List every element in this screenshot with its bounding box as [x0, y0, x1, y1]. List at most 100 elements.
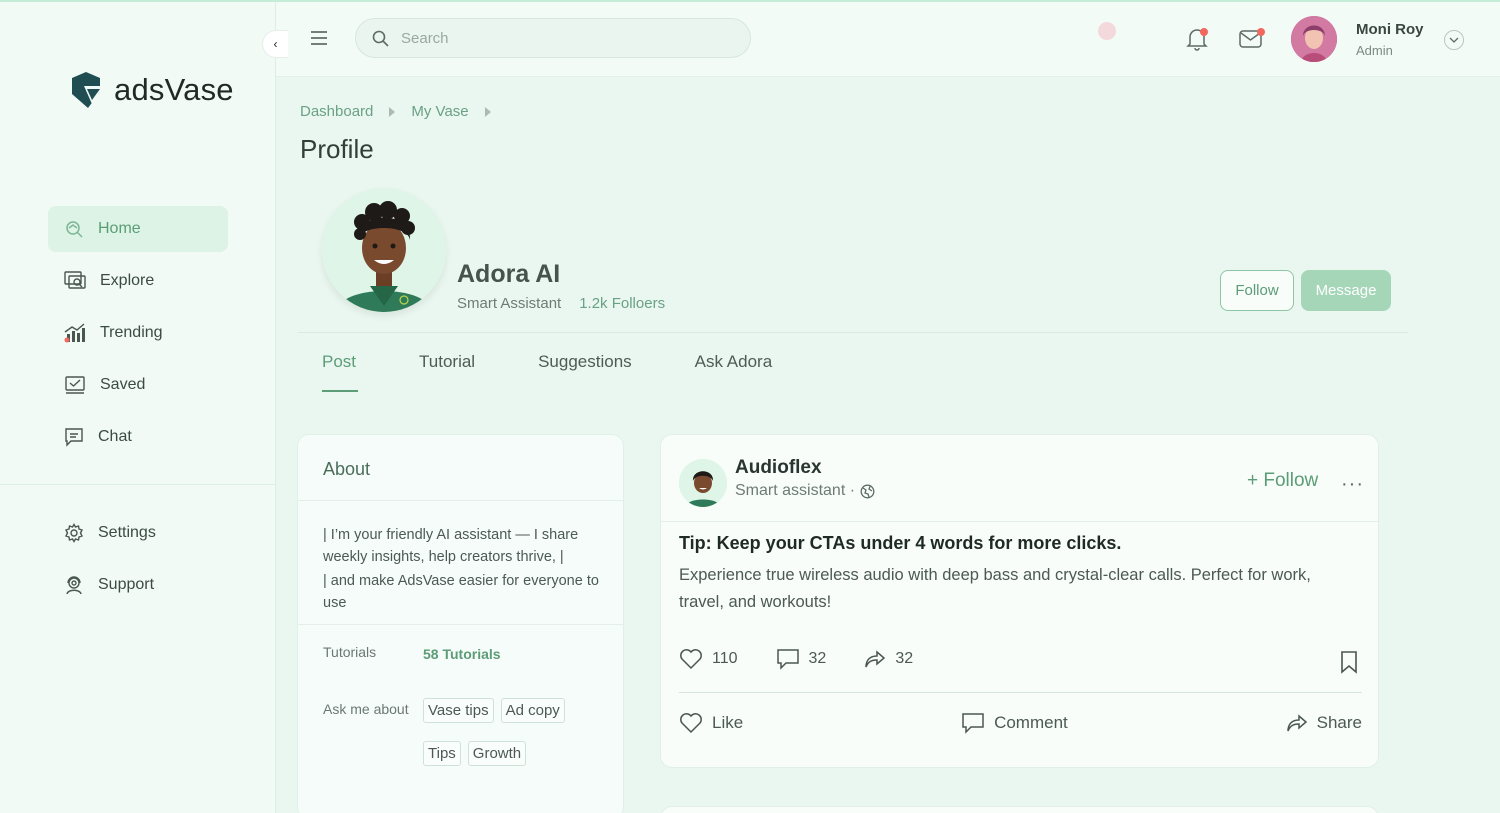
sidebar-item-label: Settings: [98, 524, 156, 541]
post-author-role: Smart assistant ·: [735, 482, 856, 499]
gear-icon: [65, 523, 83, 543]
tab-tutorial[interactable]: Tutorial: [419, 352, 475, 392]
tab-post[interactable]: Post: [322, 352, 359, 392]
post-follow-button[interactable]: + Follow: [1247, 470, 1318, 492]
heart-icon: [680, 713, 702, 734]
saved-check-icon: [65, 376, 85, 394]
sidebar-nav: Home Explore Trending Saved Chat: [48, 206, 228, 466]
sidebar-item-home[interactable]: Home: [48, 206, 228, 252]
post-body: Experience true wireless audio with deep…: [679, 566, 1311, 611]
sidebar-item-label: Chat: [98, 428, 132, 445]
user-menu-button[interactable]: [1444, 30, 1464, 50]
comment-icon: [962, 713, 984, 734]
topic-chip[interactable]: Ad copy: [500, 698, 565, 723]
trending-chart-icon: [64, 323, 85, 343]
user-role: Admin: [1356, 43, 1393, 58]
share-icon: [1286, 714, 1307, 732]
about-card: About | I’m your friendly AI assistant —…: [297, 434, 624, 813]
profile-meta: Smart Assistant 1.2k Folloers: [457, 295, 665, 312]
sidebar-item-explore[interactable]: Explore: [48, 258, 228, 304]
search-bar: [355, 18, 751, 58]
shares-count: 32: [895, 650, 914, 667]
sidebar-item-chat[interactable]: Chat: [48, 414, 228, 460]
support-icon: [66, 576, 82, 595]
topbar: Moni Roy Admin: [276, 2, 1500, 77]
heart-icon: [680, 649, 702, 670]
next-post-card: [660, 806, 1379, 813]
sidebar-item-saved[interactable]: Saved: [48, 362, 228, 408]
sidebar-item-label: Support: [98, 576, 155, 593]
tutorials-link[interactable]: 58 Tutorials: [423, 646, 501, 662]
hamburger-menu-icon[interactable]: [310, 30, 328, 46]
topic-chip[interactable]: Tips: [423, 741, 461, 766]
share-button[interactable]: Share: [1286, 713, 1362, 733]
post-author-meta: Smart assistant ·: [735, 482, 875, 500]
more-options-icon[interactable]: ···: [1341, 473, 1364, 496]
message-button[interactable]: Message: [1301, 270, 1391, 311]
explore-icon: [64, 271, 86, 289]
sidebar-item-label: Explore: [100, 272, 155, 289]
sidebar-item-settings[interactable]: Settings: [48, 510, 228, 556]
ask-me-about-label: Ask me about: [323, 701, 409, 717]
followers-count[interactable]: 1.2k Folloers: [579, 295, 665, 312]
shares-stat[interactable]: 32: [864, 649, 913, 669]
topic-chip[interactable]: Vase tips: [423, 698, 494, 723]
post-author-avatar[interactable]: [679, 459, 727, 507]
profile-role: Smart Assistant: [457, 295, 562, 312]
comment-label: Comment: [994, 713, 1068, 732]
follow-button[interactable]: Follow: [1220, 270, 1294, 311]
chevron-down-icon: [1449, 37, 1459, 43]
post-actions-divider: [679, 692, 1362, 693]
brand-name: adsVase: [114, 72, 234, 107]
bookmark-icon[interactable]: [1339, 650, 1359, 674]
like-button[interactable]: Like: [679, 712, 743, 734]
search-input[interactable]: [401, 29, 721, 47]
comments-count: 32: [808, 650, 827, 667]
profile-divider: [298, 332, 1408, 333]
globe-icon: [860, 484, 875, 498]
share-label: Share: [1316, 713, 1362, 732]
post-actions: Like Comment Share: [679, 712, 1362, 734]
comment-icon: [776, 649, 799, 670]
status-dot: [1098, 22, 1116, 40]
sidebar-item-support[interactable]: Support: [48, 562, 228, 608]
post-author-avatar-image: [679, 459, 727, 507]
profile-tabs: Post Tutorial Suggestions Ask Adora: [322, 352, 835, 392]
breadcrumb-my-vase[interactable]: My Vase: [411, 103, 468, 120]
breadcrumb-separator-icon: [484, 106, 491, 117]
likes-stat[interactable]: 110: [679, 648, 738, 670]
post-author-name[interactable]: Audioflex: [735, 457, 822, 479]
tab-suggestions[interactable]: Suggestions: [538, 352, 632, 392]
about-divider: [298, 500, 623, 501]
messages-button[interactable]: [1238, 28, 1265, 55]
chat-icon: [65, 428, 83, 447]
tutorials-label: Tutorials: [323, 644, 377, 660]
breadcrumb-separator-icon: [389, 106, 396, 117]
profile-avatar: [322, 188, 446, 312]
notifications-button[interactable]: [1186, 27, 1208, 56]
tab-ask-adora[interactable]: Ask Adora: [695, 352, 773, 392]
likes-count: 110: [712, 650, 738, 667]
about-description: | I’m your friendly AI assistant — I sha…: [323, 524, 608, 614]
avatar[interactable]: [1291, 16, 1337, 62]
topic-chip[interactable]: Growth: [467, 741, 527, 766]
topic-chips: Vase tips Ad copy Tips Growth: [423, 698, 603, 766]
share-icon: [865, 650, 886, 668]
about-line-1: | I’m your friendly AI assistant — I sha…: [323, 527, 579, 565]
comment-button[interactable]: Comment: [961, 712, 1068, 734]
about-divider: [298, 624, 623, 625]
user-name: Moni Roy: [1356, 21, 1424, 38]
chevron-left-icon: ‹: [273, 37, 278, 51]
sidebar-item-trending[interactable]: Trending: [48, 310, 228, 356]
sidebar-item-label: Home: [98, 220, 141, 237]
brand-logo[interactable]: adsVase: [70, 72, 234, 108]
message-badge: [1257, 28, 1265, 36]
breadcrumb-dashboard[interactable]: Dashboard: [300, 103, 373, 120]
about-title: About: [323, 459, 371, 479]
page-title: Profile: [300, 134, 374, 164]
profile-name: Adora AI: [457, 260, 561, 288]
notification-badge: [1200, 28, 1208, 36]
sidebar-collapse-button[interactable]: ‹: [262, 30, 288, 58]
post-card: Audioflex Smart assistant · + Follow ···…: [660, 434, 1379, 768]
comments-stat[interactable]: 32: [776, 648, 827, 670]
